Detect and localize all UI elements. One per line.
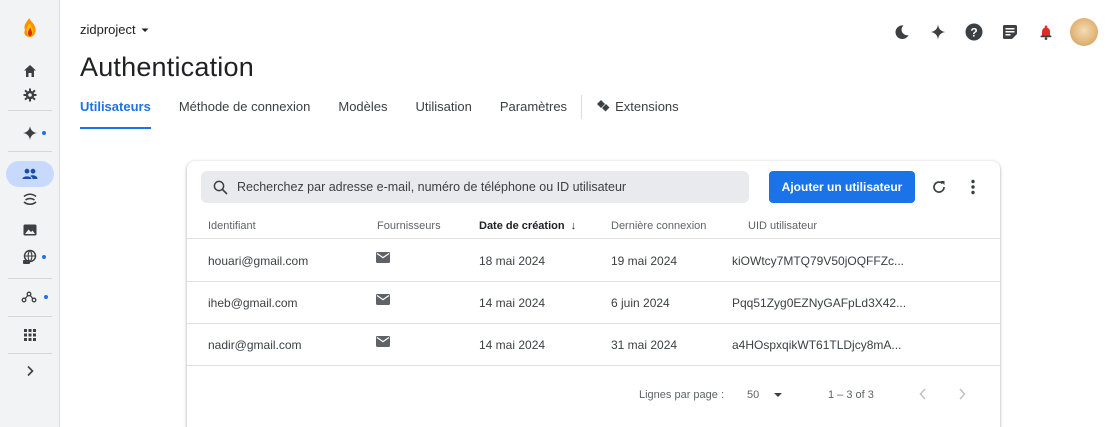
cell-uid: a4HOspxqikWT61TLDjcy8mA... [732,338,902,352]
sidebar-divider [8,110,52,111]
more-vert-icon[interactable] [962,176,984,198]
tab-extensions[interactable]: Extensions [596,99,679,129]
column-user-uid: UID utilisateur [748,220,818,232]
gemini-icon[interactable] [6,120,54,146]
project-name: zidproject [80,22,136,37]
sidebar-divider [8,316,52,317]
project-selector[interactable]: zidproject [80,22,150,37]
tab-users[interactable]: Utilisateurs [80,99,151,129]
prev-page-button[interactable] [918,387,928,404]
column-identifier: Identifiant [208,220,256,232]
hosting-icon[interactable] [6,244,54,270]
sort-arrow-icon: ↓ [570,220,577,232]
column-created[interactable]: Date de création ↓ [479,220,576,232]
cell-last-login: 19 mai 2024 [611,254,678,268]
cell-identifier: houari@gmail.com [208,254,309,268]
firebase-logo[interactable] [6,15,54,41]
sidebar [0,0,60,427]
tab-templates[interactable]: Modèles [338,99,387,129]
cell-identifier: nadir@gmail.com [208,338,302,352]
new-badge-dot [42,131,46,135]
storage-icon[interactable] [6,217,54,243]
avatar[interactable] [1070,18,1098,46]
page-range: 1 – 3 of 3 [828,389,874,401]
gemini-icon[interactable] [926,20,950,44]
realtime-database-icon[interactable] [6,187,54,213]
table-row[interactable]: houari@gmail.com 18 mai 2024 19 mai 2024… [187,240,1000,282]
add-user-button[interactable]: Ajouter un utilisateur [769,171,915,203]
cell-created: 18 mai 2024 [479,254,546,268]
sidebar-divider [8,151,52,152]
refresh-icon[interactable] [928,176,950,198]
cell-uid: Pqq51Zyg0EZNyGAFpLd3X42... [732,296,907,310]
rows-per-page-select[interactable]: 50 [747,389,783,401]
pagination: Lignes par page : 50 1 – 3 of 3 [187,386,1000,408]
search-input[interactable]: Recherchez par adresse e-mail, numéro de… [201,171,749,203]
table-row[interactable]: nadir@gmail.com 14 mai 2024 31 mai 2024 … [187,324,1000,366]
next-page-button[interactable] [957,387,967,404]
home-icon[interactable] [6,58,54,84]
dropdown-arrow-icon [774,393,783,397]
cell-uid: kiOWtcy7MTQ79V50jOQFFZc... [732,254,905,268]
top-bar: zidproject ? [60,0,1116,60]
tab-bar: Utilisateurs Méthode de connexion Modèle… [80,95,707,129]
email-provider-icon [376,294,390,305]
chevron-left-icon [919,388,926,400]
new-badge-dot [42,255,46,259]
release-notes-icon[interactable] [998,20,1022,44]
users-card: Recherchez par adresse e-mail, numéro de… [187,161,1000,427]
help-icon[interactable]: ? [962,20,986,44]
svg-text:?: ? [970,25,977,39]
rows-per-page-label: Lignes par page : [639,389,725,401]
email-provider-icon [376,252,390,263]
sidebar-divider [8,278,52,279]
new-badge-dot [44,295,48,299]
settings-icon[interactable] [6,82,54,108]
tab-divider [581,95,583,119]
tab-extensions-label: Extensions [615,99,679,114]
notifications-icon[interactable] [1034,20,1058,44]
cell-last-login: 31 mai 2024 [611,338,678,352]
table-row[interactable]: iheb@gmail.com 14 mai 2024 6 juin 2024 P… [187,282,1000,324]
cell-identifier: iheb@gmail.com [208,296,298,310]
column-created-label: Date de création [479,220,565,232]
authentication-icon[interactable] [6,161,54,187]
tab-sign-in-method[interactable]: Méthode de connexion [179,99,311,129]
cell-created: 14 mai 2024 [479,338,546,352]
search-placeholder: Recherchez par adresse e-mail, numéro de… [237,180,627,194]
dark-mode-icon[interactable] [890,20,914,44]
chevron-right-icon [959,388,966,400]
expand-icon[interactable] [6,358,54,384]
tab-usage[interactable]: Utilisation [416,99,472,129]
table-header: Identifiant Fournisseurs Date de créatio… [187,211,1000,239]
cell-last-login: 6 juin 2024 [611,296,670,310]
email-provider-icon [376,336,390,347]
tab-settings[interactable]: Paramètres [500,99,567,129]
column-providers: Fournisseurs [377,220,441,232]
column-last-login: Dernière connexion [611,220,707,232]
cell-created: 14 mai 2024 [479,296,546,310]
extension-icon [597,100,610,112]
all-products-icon[interactable] [6,322,54,348]
page-title: Authentication [80,52,254,82]
rows-per-page-value: 50 [747,389,760,401]
app-check-icon[interactable] [6,284,54,310]
sidebar-divider [8,353,52,354]
search-icon [213,180,228,195]
chevron-down-icon [141,28,149,32]
